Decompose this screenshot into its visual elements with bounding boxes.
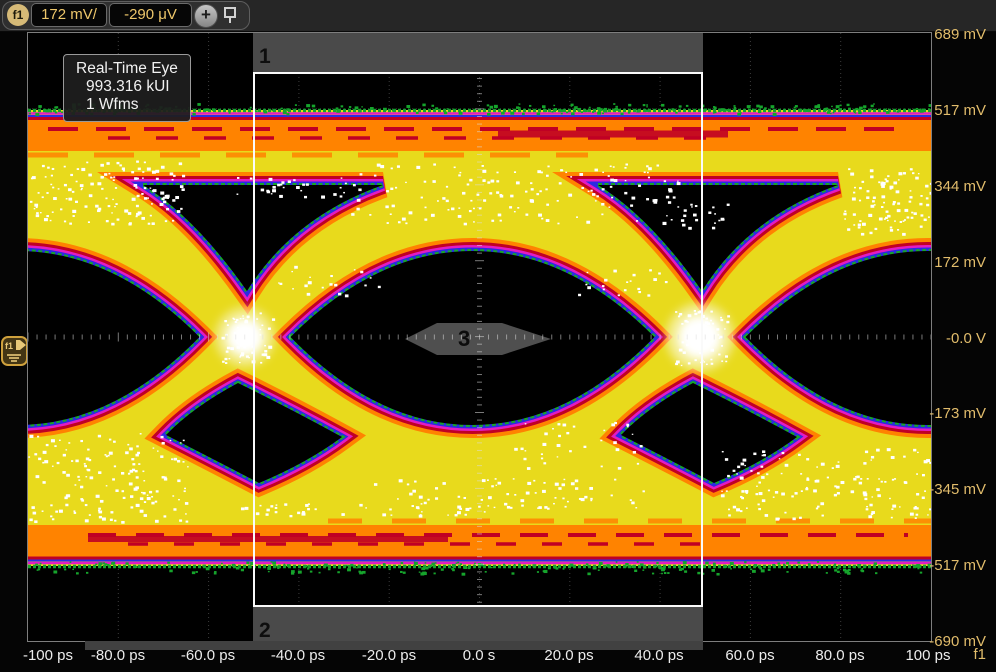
x-axis-label: 100 ps xyxy=(886,646,970,666)
x-axis-label: -60.0 ps xyxy=(166,646,250,666)
toolbar: f1 172 mV/ -290 μV + xyxy=(0,0,996,32)
y-axis-label: -173 mV xyxy=(916,404,986,424)
realtime-eye-info-box: Real-Time Eye 993.316 kUI 1 Wfms xyxy=(63,54,191,122)
info-title: Real-Time Eye xyxy=(76,60,178,78)
x-axis-label: -20.0 ps xyxy=(347,646,431,666)
x-axis-label: -40.0 ps xyxy=(256,646,340,666)
y-axis-label: -0.0 V xyxy=(916,329,986,349)
x-axis-label: 0.0 s xyxy=(437,646,521,666)
push-pin-icon[interactable] xyxy=(222,6,240,25)
vertical-scale-input[interactable]: 172 mV/ xyxy=(31,3,107,27)
mask-region-3-label: 3 xyxy=(458,326,470,352)
mask-region-1-label: 1 xyxy=(259,45,271,69)
y-axis-label: 689 mV xyxy=(916,25,986,45)
mask-region-2-label: 2 xyxy=(259,619,271,643)
offset-input[interactable]: -290 μV xyxy=(109,3,192,27)
mask-unit-interval-rect[interactable] xyxy=(253,72,703,607)
info-wfms: 1 Wfms xyxy=(76,96,178,114)
y-axis-label: 172 mV xyxy=(916,253,986,273)
x-axis-label: 80.0 ps xyxy=(798,646,882,666)
info-ui-count: 993.316 kUI xyxy=(76,78,178,96)
x-axis-label: 20.0 ps xyxy=(527,646,611,666)
x-axis-label: 60.0 ps xyxy=(708,646,792,666)
channel-f1-badge[interactable]: f1 xyxy=(7,4,29,26)
y-axis-label: -345 mV xyxy=(916,480,986,500)
waveform-display[interactable]: 1 2 3 xyxy=(27,32,932,642)
mask-band-top xyxy=(253,33,703,72)
add-channel-button[interactable]: + xyxy=(194,4,218,28)
svg-text:f1: f1 xyxy=(5,341,13,351)
y-axis-label: -517 mV xyxy=(916,556,986,576)
x-axis-label: 40.0 ps xyxy=(617,646,701,666)
x-axis-label: -80.0 ps xyxy=(76,646,160,666)
mask-band-bottom xyxy=(253,607,703,641)
y-axis-label: 344 mV xyxy=(916,177,986,197)
channel-f1-marker-icon[interactable]: f1 xyxy=(1,336,28,366)
y-axis-label: 517 mV xyxy=(916,101,986,121)
